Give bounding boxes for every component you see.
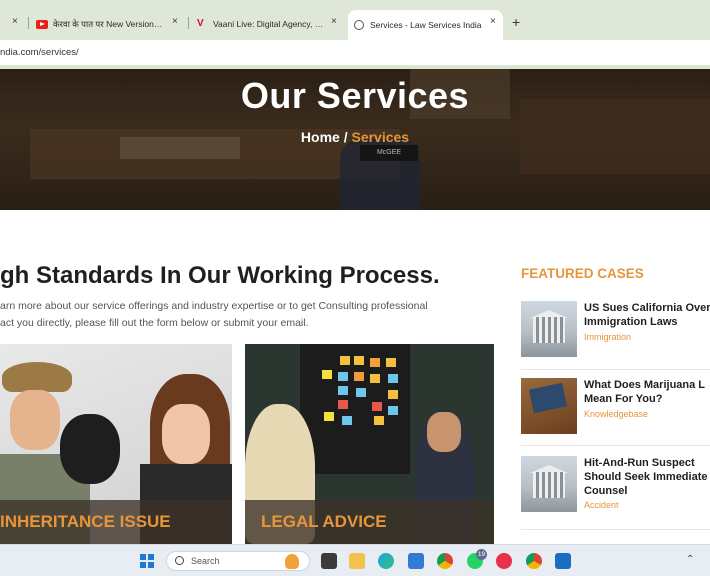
sticky-note [342,416,352,425]
tab-separator [188,17,189,29]
man-face-shape [427,412,461,452]
service-card-inheritance[interactable]: INHERITANCE ISSUE [0,344,232,544]
tab-close-icon[interactable]: × [331,16,337,27]
page-hero: McGEE Our Services Home / Services [0,69,710,210]
boxing-glove-shape [60,414,120,484]
sticky-note [370,358,380,367]
tab-close-icon[interactable]: × [490,16,496,27]
hero-nameplate: McGEE [360,145,418,161]
section-heading: gh Standards In Our Working Process. [0,262,440,289]
divider [521,529,710,530]
media-player-icon[interactable] [496,553,512,569]
courthouse-thumbnail[interactable] [521,456,577,512]
featured-case-item[interactable]: What Does Marijuana L Mean For You? Know… [521,378,710,446]
sticky-note [372,402,382,411]
tab-law-services[interactable]: Services - Law Services India [348,10,503,40]
tab-close-icon[interactable]: × [12,16,18,27]
sticky-note [388,374,398,383]
sticky-note [370,374,380,383]
sticky-note [338,400,348,409]
breadcrumb-current: Services [351,129,410,145]
featured-case-title[interactable]: US Sues California Over Immigration Laws [584,301,710,329]
tab-vaani[interactable]: V Vaani Live: Digital Agency, Web [197,12,325,36]
breadcrumb-home[interactable]: Home [301,129,340,145]
vscode-icon[interactable] [408,553,424,569]
taskbar-search[interactable]: Search [166,551,310,571]
featured-case-category[interactable]: Accident [584,500,619,510]
divider [521,445,710,446]
service-card-label[interactable]: LEGAL ADVICE [245,500,494,544]
featured-case-category[interactable]: Knowledgebase [584,409,648,419]
featured-case-title[interactable]: What Does Marijuana L Mean For You? [584,378,710,406]
service-card-label[interactable]: INHERITANCE ISSUE [0,500,232,544]
sticky-note [354,356,364,365]
man-face-shape [10,390,60,450]
youtube-icon [36,19,48,29]
featured-case-item[interactable]: Hit-And-Run Suspect Should Seek Immediat… [521,456,710,530]
hat-shape [2,362,72,392]
tab-title: Services - Law Services India [370,20,482,30]
sticky-note [322,370,332,379]
featured-case-category[interactable]: Immigration [584,332,631,342]
sticky-note [388,406,398,415]
page-title: Our Services [240,75,470,116]
edge-icon[interactable] [378,553,394,569]
sticky-note [338,372,348,381]
task-view-icon[interactable] [321,553,337,569]
tray-chevron-icon[interactable]: ⌃ [686,554,694,565]
windows-taskbar: Search 19 ⌃ [0,544,710,576]
browser-tab-strip: × केरवा के पात पर New Version, K × V Vaa… [0,0,710,40]
sticky-note [324,412,334,421]
sticky-note [338,386,348,395]
tab-title: Vaani Live: Digital Agency, Web [213,19,325,29]
featured-case-title[interactable]: Hit-And-Run Suspect Should Seek Immediat… [584,456,710,498]
search-icon [175,556,184,565]
sticky-note [374,416,384,425]
service-card-legal-advice[interactable]: LEGAL ADVICE [245,344,494,544]
tab-close-icon[interactable]: × [172,16,178,27]
notification-badge: 19 [476,549,487,560]
sticky-note [386,358,396,367]
outlook-icon[interactable] [555,553,571,569]
sticky-note [354,372,364,381]
featured-cases-title: FEATURED CASES [521,266,644,281]
search-placeholder: Search [191,556,220,566]
sticky-note [340,356,350,365]
search-highlight-icon[interactable] [285,554,299,569]
chrome-icon[interactable] [437,553,453,569]
tab-youtube[interactable]: केरवा के पात पर New Version, K [36,12,164,36]
featured-case-item[interactable]: US Sues California Over Immigration Laws… [521,301,710,370]
gavel-thumbnail[interactable] [521,378,577,434]
sticky-note [388,390,398,399]
breadcrumb: Home / Services [0,129,710,145]
section-intro: arn more about our service offerings and… [0,298,480,332]
address-bar[interactable]: ndia.com/services/ [0,40,710,66]
intro-line: act you directly, please fill out the fo… [0,317,309,329]
tab-title: केरवा के पात पर New Version, K [53,18,164,29]
vaani-icon: V [197,18,204,29]
globe-icon [354,20,364,30]
tab-separator [28,17,29,29]
sticky-note [356,388,366,397]
divider [521,369,710,370]
windows-start-icon[interactable] [140,554,154,568]
intro-line: arn more about our service offerings and… [0,300,428,312]
breadcrumb-separator: / [339,129,352,145]
chrome-profile-icon[interactable] [526,553,542,569]
file-explorer-icon[interactable] [349,553,365,569]
sticky-note-board [300,344,410,474]
url-text[interactable]: ndia.com/services/ [0,47,79,58]
courthouse-thumbnail[interactable] [521,301,577,357]
new-tab-button[interactable]: + [512,14,520,30]
woman-face-shape [162,404,210,464]
